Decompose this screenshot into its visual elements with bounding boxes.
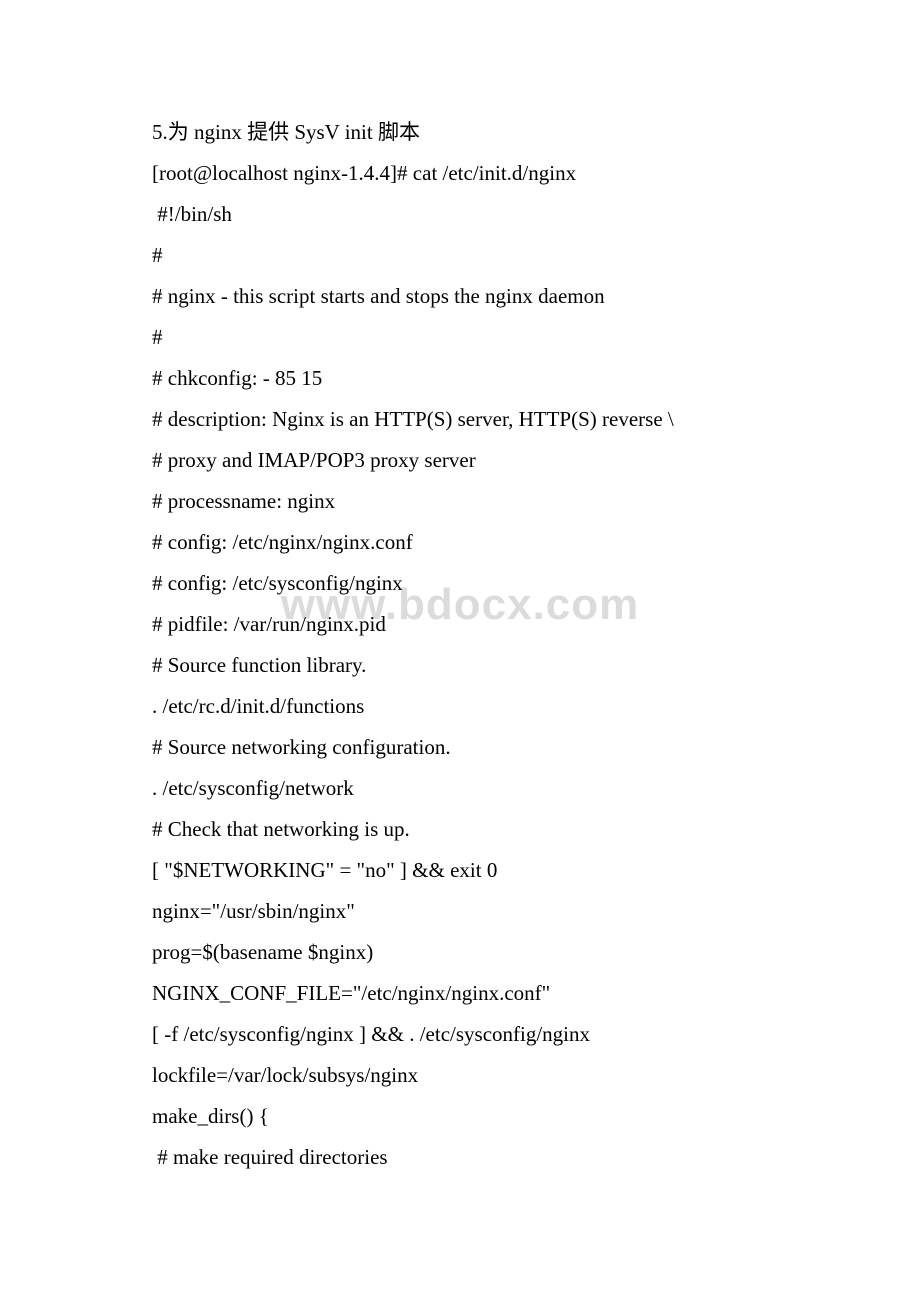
- code-line: 5.为 nginx 提供 SysV init 脚本: [152, 112, 780, 153]
- code-line: # nginx - this script starts and stops t…: [152, 276, 780, 317]
- code-line: prog=$(basename $nginx): [152, 932, 780, 973]
- document-page: www.bdocx.com 5.为 nginx 提供 SysV init 脚本 …: [0, 0, 920, 1302]
- code-line: # config: /etc/sysconfig/nginx: [152, 563, 780, 604]
- code-line: # pidfile: /var/run/nginx.pid: [152, 604, 780, 645]
- code-line: #: [152, 317, 780, 358]
- code-line: . /etc/rc.d/init.d/functions: [152, 686, 780, 727]
- code-line: # Source networking configuration.: [152, 727, 780, 768]
- code-line: . /etc/sysconfig/network: [152, 768, 780, 809]
- code-line: nginx="/usr/sbin/nginx": [152, 891, 780, 932]
- code-line: lockfile=/var/lock/subsys/nginx: [152, 1055, 780, 1096]
- code-line: NGINX_CONF_FILE="/etc/nginx/nginx.conf": [152, 973, 780, 1014]
- code-line: # processname: nginx: [152, 481, 780, 522]
- code-line: # Source function library.: [152, 645, 780, 686]
- code-line: [root@localhost nginx-1.4.4]# cat /etc/i…: [152, 153, 780, 194]
- code-line: make_dirs() {: [152, 1096, 780, 1137]
- code-line: #!/bin/sh: [152, 194, 780, 235]
- code-line: # description: Nginx is an HTTP(S) serve…: [152, 399, 780, 440]
- code-line: # proxy and IMAP/POP3 proxy server: [152, 440, 780, 481]
- code-line: # config: /etc/nginx/nginx.conf: [152, 522, 780, 563]
- code-line: [ "$NETWORKING" = "no" ] && exit 0: [152, 850, 780, 891]
- code-line: # make required directories: [152, 1137, 780, 1178]
- code-line: [ -f /etc/sysconfig/nginx ] && . /etc/sy…: [152, 1014, 780, 1055]
- code-line: # chkconfig: - 85 15: [152, 358, 780, 399]
- code-line: # Check that networking is up.: [152, 809, 780, 850]
- code-line: #: [152, 235, 780, 276]
